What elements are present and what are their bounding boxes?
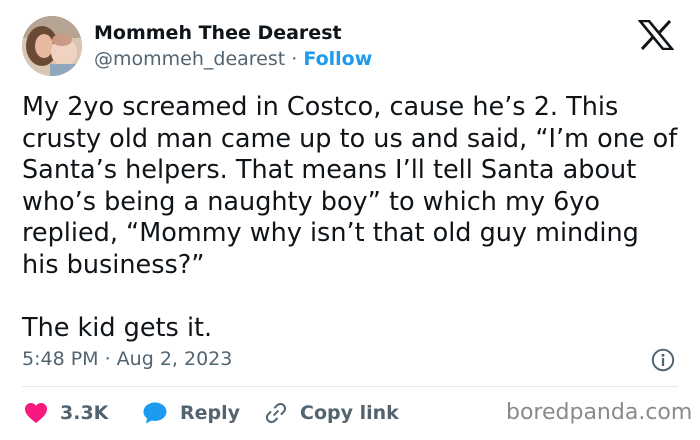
copy-link-label: Copy link	[300, 402, 399, 424]
reply-button[interactable]: Reply	[142, 400, 240, 426]
tweet-text: My 2yo screamed in Costco, cause he’s 2.…	[22, 92, 678, 343]
handle-separator: ·	[291, 48, 298, 70]
author-handle[interactable]: @mommeh_dearest	[94, 48, 285, 70]
tweet-timestamp[interactable]: 5:48 PM · Aug 2, 2023	[22, 348, 232, 370]
like-count: 3.3K	[60, 402, 109, 424]
copy-link-button[interactable]: Copy link	[264, 400, 399, 426]
divider	[22, 386, 678, 387]
like-button[interactable]: 3.3K	[24, 400, 108, 426]
watermark: boredpanda.com	[506, 400, 693, 425]
follow-button[interactable]: Follow	[303, 48, 372, 70]
speech-bubble-icon	[143, 402, 167, 424]
avatar-photo	[22, 16, 82, 76]
info-icon[interactable]	[651, 348, 675, 372]
author-name[interactable]: Mommeh Thee Dearest	[94, 22, 342, 44]
link-icon	[265, 402, 287, 424]
x-logo-icon[interactable]	[637, 19, 675, 51]
author-handle-row: @mommeh_dearest · Follow	[94, 48, 372, 70]
avatar[interactable]	[22, 16, 82, 76]
reply-label: Reply	[180, 402, 241, 424]
heart-icon	[25, 403, 47, 423]
